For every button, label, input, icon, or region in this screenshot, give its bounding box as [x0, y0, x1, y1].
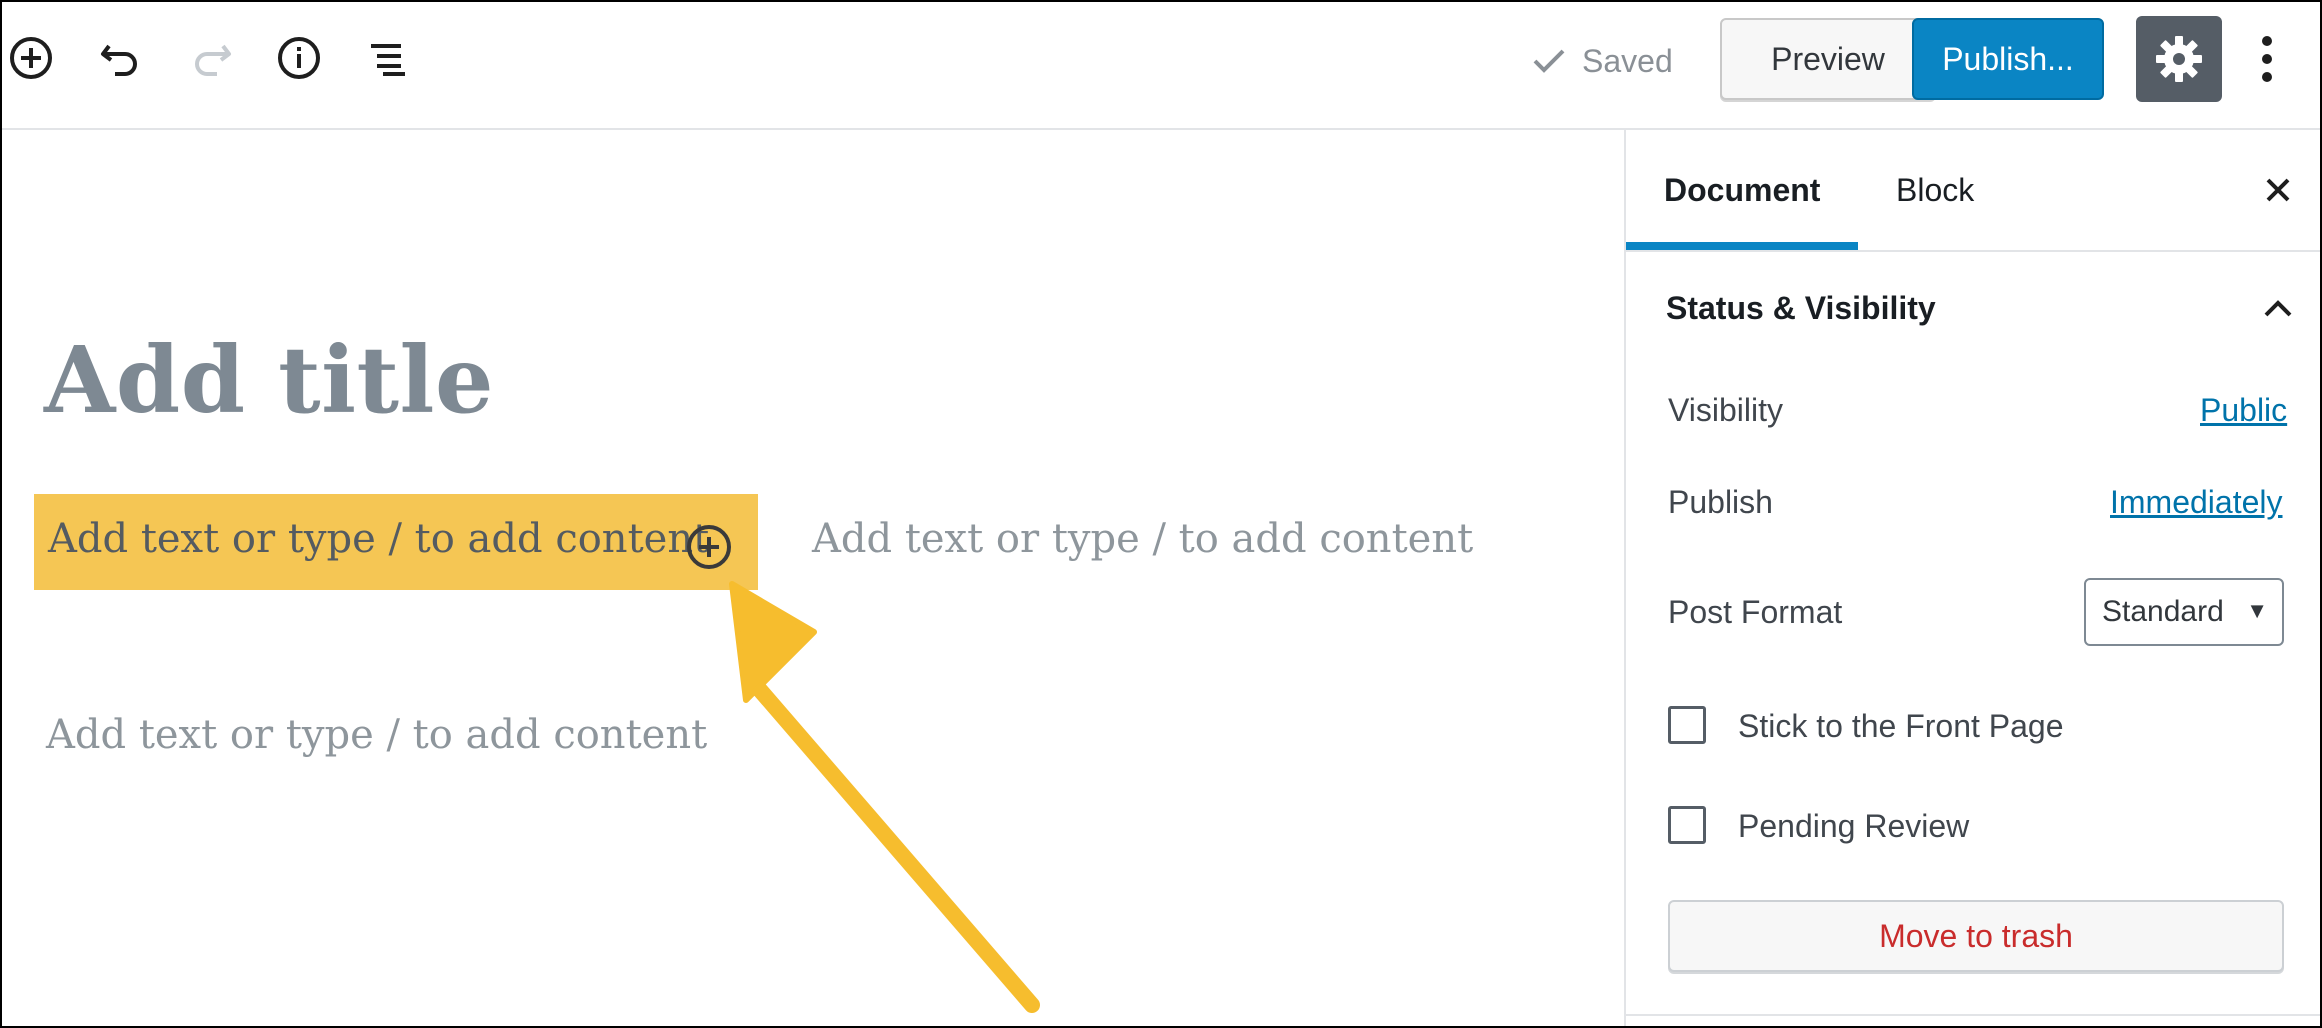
add-block-icon: [687, 525, 731, 569]
paragraph-block[interactable]: Add text or type / to add content: [46, 712, 707, 758]
stick-front-page-label[interactable]: Stick to the Front Page: [1738, 708, 2064, 745]
chevron-up-icon: [2264, 300, 2292, 317]
panel-divider: [1626, 1014, 2320, 1016]
chevron-down-icon: ▼: [2246, 598, 2268, 623]
paragraph-block[interactable]: Add text or type / to add content: [812, 516, 1473, 562]
redo-icon[interactable]: [182, 29, 240, 87]
publish-date-link[interactable]: Immediately: [2110, 484, 2283, 521]
pending-review-label[interactable]: Pending Review: [1738, 808, 1969, 845]
add-block-icon[interactable]: [2, 29, 60, 87]
publish-button[interactable]: Publish...: [1912, 18, 2104, 100]
tab-document[interactable]: Document: [1664, 130, 1820, 250]
publish-label: Publish: [1668, 484, 1773, 520]
block-navigation-icon[interactable]: [360, 29, 418, 87]
close-sidebar-button[interactable]: [2258, 170, 2298, 210]
stick-front-page-checkbox[interactable]: [1668, 706, 1706, 744]
panel-toggle-button[interactable]: [2258, 288, 2298, 328]
sidebar-tabs: Document Block: [1626, 130, 2320, 252]
pending-review-checkbox[interactable]: [1668, 806, 1706, 844]
preview-button[interactable]: Preview: [1720, 18, 1936, 100]
move-to-trash-button[interactable]: Move to trash: [1668, 900, 2284, 972]
visibility-link[interactable]: Public: [2200, 392, 2287, 429]
top-toolbar: Saved Preview Publish...: [2, 2, 2320, 130]
annotation-arrow-icon: [729, 581, 1040, 1013]
more-options-button[interactable]: [2244, 29, 2290, 89]
saved-status: Saved: [1532, 36, 1673, 86]
more-vertical-icon: [2262, 36, 2272, 82]
settings-sidebar: Document Block Status & Visibility Visib…: [1624, 130, 2320, 1026]
gear-icon: [2156, 36, 2202, 82]
post-format-value: Standard: [2102, 595, 2224, 628]
info-icon[interactable]: [270, 29, 328, 87]
post-title-input[interactable]: Add title: [44, 326, 494, 434]
checkmark-icon: [1533, 49, 1565, 73]
post-format-select[interactable]: Standard ▼: [2084, 578, 2284, 646]
visibility-label: Visibility: [1668, 392, 1783, 428]
tab-block[interactable]: Block: [1896, 130, 1974, 250]
settings-button[interactable]: [2136, 16, 2222, 102]
inline-inserter-button[interactable]: [684, 522, 734, 572]
active-tab-indicator: [1626, 242, 1858, 250]
editor-canvas: Add title Add text or type / to add cont…: [2, 130, 1624, 1026]
undo-icon[interactable]: [92, 29, 150, 87]
editor-window: Saved Preview Publish... Add title Add t…: [0, 0, 2322, 1028]
paragraph-block[interactable]: Add text or type / to add content: [48, 516, 709, 562]
saved-label: Saved: [1582, 42, 1673, 79]
close-icon: [2266, 178, 2290, 202]
post-format-label: Post Format: [1668, 594, 1843, 630]
panel-title[interactable]: Status & Visibility: [1666, 290, 1936, 327]
